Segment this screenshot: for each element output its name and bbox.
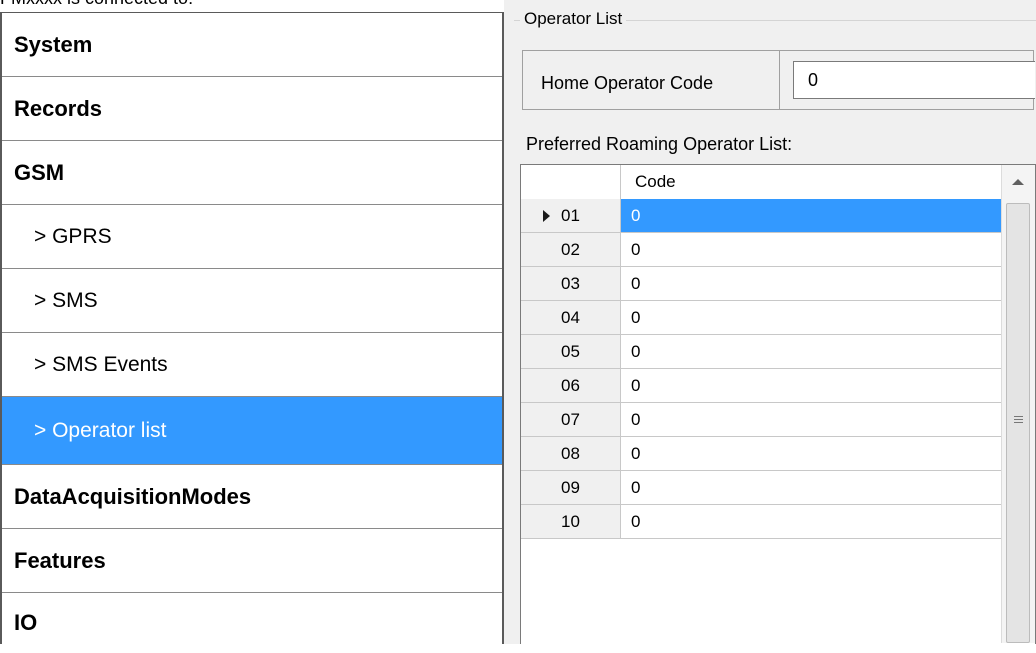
row-index: 08 — [561, 444, 580, 463]
preferred-roaming-label: Preferred Roaming Operator List: — [526, 134, 793, 154]
sidebar-item-label: > GPRS — [34, 224, 112, 248]
home-operator-code-input[interactable] — [793, 61, 1035, 99]
row-index: 10 — [561, 512, 580, 531]
row-header[interactable]: 10 — [521, 505, 621, 538]
sidebar-item-label: System — [14, 31, 93, 57]
scroll-up-arrow-icon[interactable] — [1012, 179, 1024, 185]
vertical-scrollbar[interactable] — [1001, 165, 1035, 643]
grid-row[interactable]: 02 0 — [521, 233, 1001, 267]
code-cell[interactable]: 0 — [621, 471, 1001, 504]
grip-line — [1014, 416, 1023, 417]
sidebar-item-data-acquisition-modes[interactable]: DataAcquisitionModes — [2, 465, 502, 529]
row-header[interactable]: 03 — [521, 267, 621, 300]
sidebar-item-gsm[interactable]: GSM — [2, 141, 502, 205]
sidebar-item-label: DataAcquisitionModes — [14, 483, 252, 509]
row-header[interactable]: 06 — [521, 369, 621, 402]
row-index: 03 — [561, 274, 580, 293]
sidebar-item-label: > SMS — [34, 288, 98, 312]
grid-header-row: Code — [521, 165, 1001, 200]
grid-row[interactable]: 10 0 — [521, 505, 1001, 539]
code-cell[interactable]: 0 — [621, 505, 1001, 538]
sidebar-item-label: Records — [14, 95, 103, 121]
home-operator-row: Home Operator Code — [522, 50, 1035, 110]
grid-row[interactable]: 04 0 — [521, 301, 1001, 335]
grid-row[interactable]: 01 0 — [521, 199, 1001, 233]
row-header[interactable]: 09 — [521, 471, 621, 504]
sidebar-item-sms[interactable]: > SMS — [2, 269, 502, 333]
grid-row[interactable]: 06 0 — [521, 369, 1001, 403]
sidebar-item-label: IO — [14, 610, 38, 635]
code-cell[interactable]: 0 — [621, 301, 1001, 334]
code-cell[interactable]: 0 — [621, 335, 1001, 368]
row-header[interactable]: 02 — [521, 233, 621, 266]
grid-corner-header — [521, 165, 621, 199]
row-header[interactable]: 07 — [521, 403, 621, 436]
sidebar-item-records[interactable]: Records — [2, 77, 502, 141]
sidebar-item-features[interactable]: Features — [2, 529, 502, 593]
operator-list-panel: Operator List Home Operator Code Preferr… — [504, 0, 1036, 644]
sidebar-item-label: GSM — [14, 159, 65, 185]
current-row-arrow-icon — [543, 210, 550, 222]
sidebar-item-gprs[interactable]: > GPRS — [2, 205, 502, 269]
config-tree-sidebar: System Records GSM > GPRS > SMS > SMS Ev… — [0, 12, 504, 644]
grip-line — [1014, 419, 1023, 420]
row-index: 06 — [561, 376, 580, 395]
code-cell[interactable]: 0 — [621, 199, 1001, 232]
sidebar-item-system[interactable]: System — [2, 13, 502, 77]
sidebar-item-label: Features — [14, 547, 106, 573]
grid-row[interactable]: 07 0 — [521, 403, 1001, 437]
group-box-title: Operator List — [520, 9, 627, 29]
code-cell[interactable]: 0 — [621, 267, 1001, 300]
grid-row[interactable]: 03 0 — [521, 267, 1001, 301]
row-index: 04 — [561, 308, 580, 327]
sidebar-item-label: > SMS Events — [34, 352, 168, 376]
code-column-header[interactable]: Code — [621, 165, 1001, 199]
row-header[interactable]: 05 — [521, 335, 621, 368]
sidebar-item-label: > Operator list — [34, 418, 167, 442]
row-index: 05 — [561, 342, 580, 361]
code-cell[interactable]: 0 — [621, 437, 1001, 470]
row-index: 02 — [561, 240, 580, 259]
grip-line — [1014, 422, 1023, 423]
row-index: 09 — [561, 478, 580, 497]
row-index: 07 — [561, 410, 580, 429]
sidebar-item-io[interactable]: IO — [2, 593, 502, 653]
grid-row[interactable]: 08 0 — [521, 437, 1001, 471]
grid-row[interactable]: 09 0 — [521, 471, 1001, 505]
grid-row[interactable]: 05 0 — [521, 335, 1001, 369]
row-header[interactable]: 04 — [521, 301, 621, 334]
code-cell[interactable]: 0 — [621, 233, 1001, 266]
home-operator-code-label: Home Operator Code — [541, 73, 714, 93]
row-header[interactable]: 01 — [521, 199, 621, 232]
scrollbar-thumb[interactable] — [1006, 203, 1030, 643]
row-header[interactable]: 08 — [521, 437, 621, 470]
row-index: 01 — [561, 206, 580, 225]
preferred-roaming-grid[interactable]: Code 01 0 02 0 03 0 04 0 05 0 06 0 07 0 — [520, 164, 1036, 644]
home-operator-divider — [779, 51, 780, 109]
sidebar-item-operator-list[interactable]: > Operator list — [2, 397, 502, 465]
code-cell[interactable]: 0 — [621, 369, 1001, 402]
code-cell[interactable]: 0 — [621, 403, 1001, 436]
sidebar-item-sms-events[interactable]: > SMS Events — [2, 333, 502, 397]
caption-text-cut: FMxxxx is connected to: — [0, 0, 193, 9]
